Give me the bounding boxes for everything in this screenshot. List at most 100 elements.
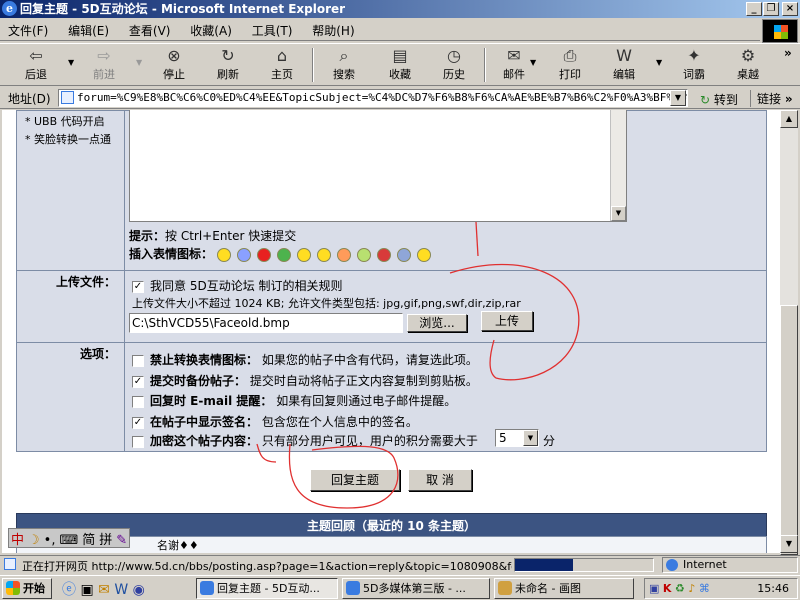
desk-label: 桌越 [737,68,759,81]
favorites-button[interactable]: ▤ 收藏 [378,46,422,86]
menu-view[interactable]: 查看(V) [121,19,179,42]
links-button[interactable]: 链接 » [750,90,793,107]
address-label: 地址(D) [8,92,51,106]
start-button[interactable]: 开始 [2,578,52,599]
favorites-icon: ▤ [392,46,408,65]
window-title-bar[interactable]: e 回复主题 - 5D互动论坛 - Microsoft Internet Exp… [0,0,800,18]
page-content: * UBB 代码开启 * 笑脸转换一点通 ▼ 提示：按 Ctrl+Enter 快… [2,110,780,553]
scroll-down-icon[interactable]: ▼ [780,535,798,553]
tray-volume-icon[interactable]: ♪ [688,582,695,595]
history-label: 历史 [443,68,465,81]
start-label: 开始 [23,582,45,595]
maximize-button[interactable]: ❐ [763,2,779,16]
stop-button[interactable]: ⊗ 停止 [152,46,196,86]
globe-icon [666,559,678,571]
red-annotation-overlay [256,221,580,509]
menu-file[interactable]: 文件(F) [0,19,56,42]
menu-help[interactable]: 帮助(H) [304,19,362,42]
links-label: 链接 [757,92,782,106]
annotation-encrypt-stroke [256,443,277,463]
go-button[interactable]: ↻ 转到 [696,89,742,110]
load-progress-bar [514,558,654,572]
outlook-quicklaunch-icon[interactable]: ✉ [98,582,110,598]
task-reply-topic[interactable]: 回复主题 - 5D互动... [196,578,338,599]
home-button[interactable]: ⌂ 主页 [260,46,304,86]
menu-tools[interactable]: 工具(T) [244,19,301,42]
scroll-thumb[interactable] [780,305,798,555]
windows-flag-icon [6,581,20,595]
menu-favorites[interactable]: 收藏(A) [182,19,240,42]
favorites-label: 收藏 [389,68,411,81]
forward-dropdown-icon[interactable]: ▼ [136,58,142,67]
task-paint[interactable]: 未命名 - 画图 [494,578,634,599]
edit-button[interactable]: W 编辑 [602,46,646,86]
window-title: 回复主题 - 5D互动论坛 - Microsoft Internet Explo… [20,2,346,16]
edit-label: 编辑 [613,68,635,81]
taskbar: 开始 ⓔ ▣ ✉ W ◉ 回复主题 - 5D互动... 5D多媒体第三版 - .… [0,575,800,600]
word-quicklaunch-icon[interactable]: W [114,582,128,598]
word-edit-icon: W [616,46,632,65]
search-button[interactable]: ⌕ 搜索 [322,46,366,86]
task-5d-media[interactable]: 5D多媒体第三版 - ... [342,578,490,599]
ie-logo-icon: e [2,1,17,16]
tray-k-icon[interactable]: K [663,582,672,595]
desk-button[interactable]: ⚙ 桌越 [726,46,770,86]
address-input[interactable]: forum=%C9%E8%BC%C6%C0%ED%C4%EE&TopicSubj… [58,89,688,107]
back-dropdown-icon[interactable]: ▼ [68,58,74,67]
mail-label: 邮件 [503,68,525,81]
go-arrow-icon: ↻ [700,93,711,107]
back-button[interactable]: ⇦ 后退 [14,46,58,86]
mail-icon: ✉ [507,46,521,65]
status-bar: 正在打开网页 http://www.5d.cn/bbs/posting.asp?… [0,555,800,574]
back-arrow-icon: ⇦ [29,46,43,65]
discuss-label: 词霸 [683,68,705,81]
back-label: 后退 [25,68,47,81]
tray-network-icon[interactable]: ⌘ [699,582,710,595]
history-icon: ◷ [447,46,461,65]
menu-bar: 文件(F) 编辑(E) 查看(V) 收藏(A) 工具(T) 帮助(H) [0,19,760,41]
mail-dropdown-icon[interactable]: ▼ [530,58,536,67]
system-tray: ▣ K ♻ ♪ ⌘ 15:46 [644,578,798,599]
ie-quicklaunch-icon[interactable]: ⓔ [62,582,76,598]
print-label: 打印 [559,68,581,81]
menu-edit[interactable]: 编辑(E) [60,19,117,42]
scroll-up-icon[interactable]: ▲ [780,110,798,128]
printer-icon: ⎙ [563,46,577,65]
page-scrollbar[interactable]: ▲ ▼ [780,110,798,555]
annotation-vertical-stroke [475,221,479,257]
address-dropdown-icon[interactable]: ▼ [670,90,686,106]
refresh-button[interactable]: ↻ 刷新 [206,46,250,86]
forward-label: 前进 [93,68,115,81]
links-chevron-icon: » [784,92,793,106]
edit-dropdown-icon[interactable]: ▼ [656,58,662,67]
address-url: forum=%C9%E8%BC%C6%C0%ED%C4%EE&TopicSubj… [77,91,688,104]
discuss-button[interactable]: ✦ 词霸 [672,46,716,86]
security-zone: Internet [662,557,798,573]
address-bar: 地址(D) forum=%C9%E8%BC%C6%C0%ED%C4%EE&Top… [0,87,800,109]
forward-button[interactable]: ⇨ 前进 [82,46,126,86]
annotation-loop-upload [449,263,580,381]
refresh-icon: ↻ [221,46,235,65]
forward-arrow-icon: ⇨ [97,46,111,65]
load-progress-fill [515,559,573,571]
dictionary-icon: ✦ [687,46,701,65]
home-label: 主页 [271,68,293,81]
toolbar-separator [484,48,486,82]
tray-monitor-icon[interactable]: ▣ [649,582,659,595]
search-icon: ⌕ [339,46,349,65]
media-quicklaunch-icon[interactable]: ◉ [133,582,145,598]
toolbar-chevron-icon[interactable]: » [784,46,792,60]
go-label: 转到 [713,93,738,107]
clock[interactable]: 15:46 [757,579,789,598]
desk-icon: ⚙ [740,46,756,65]
tray-sync-icon[interactable]: ♻ [675,582,685,595]
history-button[interactable]: ◷ 历史 [432,46,476,86]
refresh-label: 刷新 [217,68,239,81]
close-button[interactable]: × [782,2,798,16]
ie-task-icon [346,581,360,595]
paint-task-icon [498,581,512,595]
toolbar-separator [312,48,314,82]
minimize-button[interactable]: _ [746,2,762,16]
desktop-quicklaunch-icon[interactable]: ▣ [80,582,93,598]
print-button[interactable]: ⎙ 打印 [548,46,592,86]
